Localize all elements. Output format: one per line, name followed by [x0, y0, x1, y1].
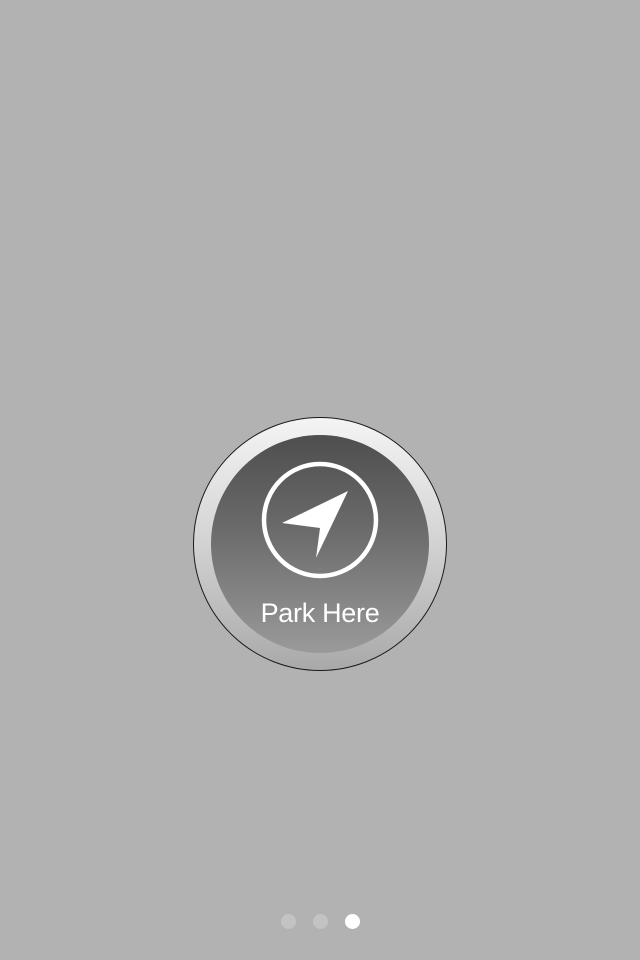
page-dot-1[interactable] — [280, 914, 296, 929]
park-here-label: Park Here — [260, 598, 380, 628]
park-here-button[interactable]: Park Here — [193, 417, 447, 671]
page-dot-2[interactable] — [312, 914, 328, 929]
navigation-arrow-icon — [261, 461, 379, 579]
park-here-button-face[interactable]: Park Here — [211, 435, 429, 653]
page-dot-3[interactable] — [344, 914, 360, 929]
app-screen: Park Here — [0, 0, 640, 960]
page-indicator[interactable] — [0, 914, 640, 932]
